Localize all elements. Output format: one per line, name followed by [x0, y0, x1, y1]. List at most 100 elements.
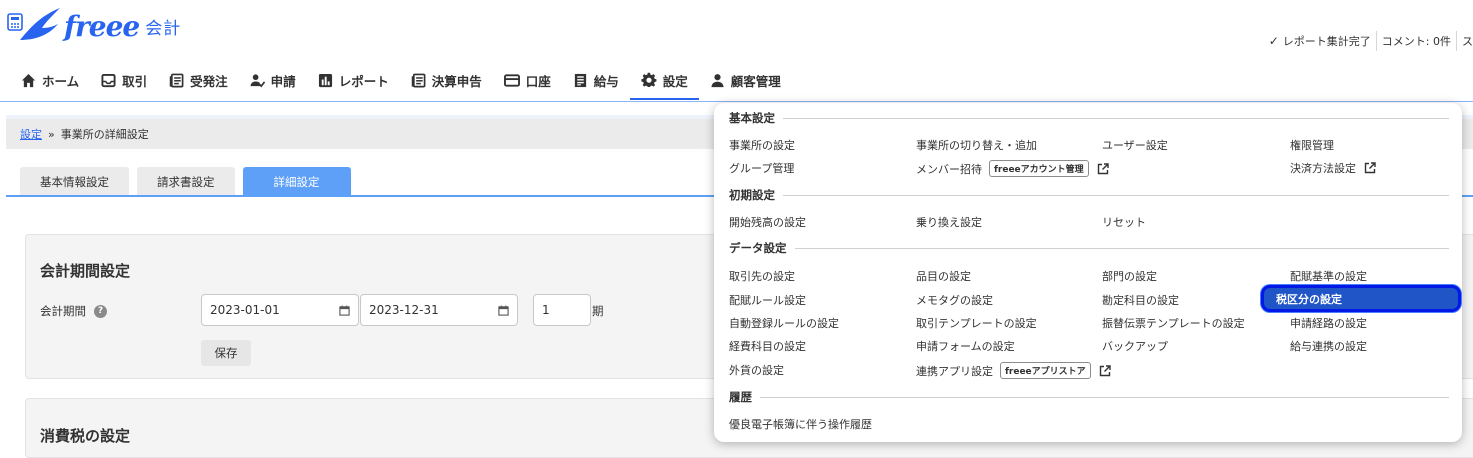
nav-closing[interactable]: 決算申告 [400, 60, 493, 100]
menu-deal-template[interactable]: 取引テンプレートの設定 [916, 315, 1037, 331]
breadcrumb-settings-link[interactable]: 設定 [20, 126, 42, 142]
document-stack-icon [169, 73, 184, 87]
status-bar: ✓ レポート集計完了 コメント: 0件 ス [1269, 30, 1473, 52]
nav-home[interactable]: ホーム [10, 60, 90, 100]
divider [1375, 31, 1377, 51]
user-icon [711, 73, 724, 87]
divider [783, 117, 1449, 119]
menu-tax-category[interactable]: 税区分の設定 [1261, 285, 1461, 312]
fiscal-start-date-input[interactable]: 2023-01-01 [201, 294, 359, 326]
menu-item-settings[interactable]: 品目の設定 [916, 268, 971, 284]
nav-label: ホーム [42, 73, 80, 89]
menu-migration-settings[interactable]: 乗り換え設定 [916, 214, 982, 230]
divider [760, 396, 1449, 398]
menu-reset[interactable]: リセット [1102, 214, 1146, 230]
section-initial-settings: 初期設定 [729, 187, 1449, 203]
external-link-icon [1364, 162, 1376, 174]
nav-divider [0, 101, 1473, 102]
divider [794, 247, 1449, 249]
freee-account-badge: freeeアカウント管理 [989, 160, 1089, 177]
nav-label: 口座 [525, 73, 551, 89]
tab-advanced[interactable]: 詳細設定 [242, 167, 351, 196]
menu-memo-tag[interactable]: メモタグの設定 [916, 292, 993, 308]
nav-accounts[interactable]: 口座 [493, 60, 562, 100]
section-title: 履歴 [729, 390, 752, 404]
start-date-value: 2023-01-01 [210, 303, 280, 317]
nav-label: レポート [338, 73, 389, 89]
menu-allocation-rule[interactable]: 配賦ルール設定 [729, 292, 806, 308]
menu-integrated-apps[interactable]: 連携アプリ設定 freeeアプリストア [916, 362, 1111, 379]
tray-icon [101, 73, 116, 87]
consumption-tax-title: 消費税の設定 [40, 427, 131, 445]
nav-settings[interactable]: 設定 [629, 60, 699, 100]
section-data-settings: データ設定 [729, 240, 1449, 256]
nav-label: 決算申告 [431, 73, 482, 89]
menu-office-switch[interactable]: 事業所の切り替え・追加 [916, 137, 1037, 153]
calendar-icon[interactable] [339, 304, 350, 316]
menu-operation-history[interactable]: 優良電子帳簿に伴う操作履歴 [729, 416, 872, 432]
nav-label: 取引 [122, 73, 148, 89]
menu-backup[interactable]: バックアップ [1102, 338, 1168, 354]
menu-member-invite[interactable]: メンバー招待 freeeアカウント管理 [916, 160, 1109, 177]
breadcrumb-separator-icon: » [48, 127, 55, 141]
fiscal-period-title: 会計期間設定 [40, 262, 131, 280]
save-button[interactable]: 保存 [201, 340, 251, 366]
menu-department-settings[interactable]: 部門の設定 [1102, 268, 1157, 284]
tab-basic-info[interactable]: 基本情報設定 [20, 167, 129, 196]
end-date-value: 2023-12-31 [369, 303, 439, 317]
external-link-icon [1097, 162, 1109, 174]
divider [1456, 31, 1457, 51]
settings-dropdown-menu: 基本設定 事業所の設定 事業所の切り替え・追加 ユーザー設定 権限管理 グループ… [714, 103, 1462, 442]
menu-allocation-base[interactable]: 配賦基準の設定 [1290, 268, 1367, 284]
menu-payment-method[interactable]: 決済方法設定 [1290, 160, 1376, 176]
menu-user-settings[interactable]: ユーザー設定 [1102, 137, 1168, 153]
nav-deals[interactable]: 取引 [90, 60, 158, 100]
nav-orders[interactable]: 受発注 [158, 60, 239, 100]
menu-payroll-integration[interactable]: 給与連携の設定 [1290, 338, 1367, 354]
bird-logo-icon [7, 8, 60, 40]
bar-chart-icon [318, 73, 332, 87]
calendar-icon[interactable] [498, 304, 509, 316]
section-history: 履歴 [729, 389, 1449, 405]
nav-label: 設定 [662, 73, 688, 89]
menu-partner-settings[interactable]: 取引先の設定 [729, 268, 795, 284]
menu-office-settings[interactable]: 事業所の設定 [729, 137, 795, 153]
menu-expense-items[interactable]: 経費科目の設定 [729, 338, 806, 354]
breadcrumb-current: 事業所の詳細設定 [60, 128, 149, 141]
home-icon [21, 73, 36, 87]
nav-reports[interactable]: レポート [307, 60, 400, 100]
tab-invoice[interactable]: 請求書設定 [137, 167, 235, 196]
menu-permission-management[interactable]: 権限管理 [1290, 137, 1334, 153]
help-icon[interactable]: ? [94, 304, 107, 318]
logo-wordmark: freee [64, 9, 140, 43]
menu-approval-route[interactable]: 申請経路の設定 [1290, 315, 1367, 331]
menu-label: 決済方法設定 [1290, 162, 1356, 175]
menu-request-form[interactable]: 申請フォームの設定 [916, 338, 1015, 354]
card-icon [503, 73, 520, 87]
freee-logo[interactable]: freee 会計 [6, 4, 196, 48]
menu-foreign-currency[interactable]: 外貨の設定 [729, 362, 784, 378]
user-check-icon [250, 73, 265, 87]
receipt-icon [574, 73, 586, 87]
menu-auto-registration-rule[interactable]: 自動登録ルールの設定 [729, 315, 839, 331]
external-link-icon [1099, 364, 1111, 376]
menu-label: メンバー招待 [916, 162, 982, 176]
fiscal-end-date-input[interactable]: 2023-12-31 [360, 294, 518, 326]
section-title: データ設定 [729, 241, 787, 255]
section-title: 初期設定 [729, 188, 775, 202]
menu-group-management[interactable]: グループ管理 [729, 160, 794, 176]
comment-count[interactable]: コメント: 0件 [1382, 33, 1451, 49]
section-title: 基本設定 [729, 111, 775, 125]
fiscal-period-number-input[interactable]: 1 [533, 294, 591, 326]
nav-customers[interactable]: 顧客管理 [699, 60, 792, 100]
period-suffix: 期 [592, 304, 604, 318]
document-stack-icon [411, 73, 426, 87]
nav-requests[interactable]: 申請 [239, 60, 307, 100]
menu-opening-balance[interactable]: 開始残高の設定 [729, 214, 806, 230]
menu-transfer-slip-template[interactable]: 振替伝票テンプレートの設定 [1102, 315, 1245, 331]
nav-payroll[interactable]: 給与 [562, 60, 630, 100]
nav-label: 申請 [270, 73, 296, 89]
divider [783, 194, 1449, 196]
menu-account-items[interactable]: 勘定科目の設定 [1102, 292, 1179, 308]
field-label-text: 会計期間 [40, 304, 86, 318]
